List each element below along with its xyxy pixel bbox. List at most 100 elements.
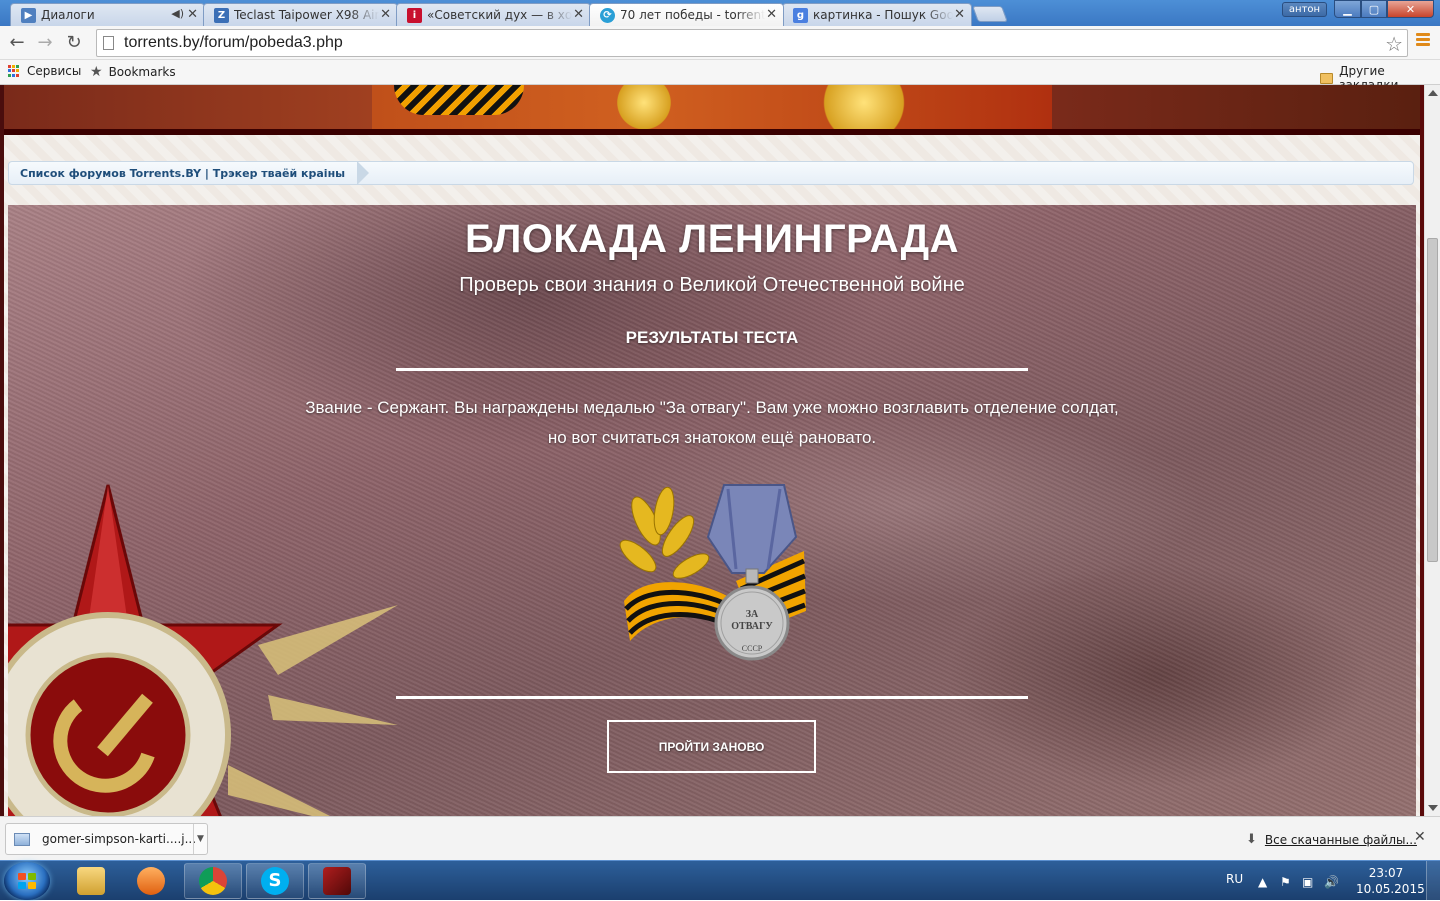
chrome-menu-icon[interactable] <box>1416 33 1430 47</box>
show-desktop-button[interactable] <box>1426 861 1440 901</box>
volume-icon[interactable]: 🔊 <box>1324 875 1339 889</box>
retry-button[interactable]: ПРОЙТИ ЗАНОВО <box>607 720 816 773</box>
close-icon[interactable]: ✕ <box>573 7 584 22</box>
google-icon: g <box>793 8 808 23</box>
results-heading: РЕЗУЛЬТАТЫ ТЕСТА <box>625 328 799 347</box>
reload-icon[interactable]: ↻ <box>63 32 85 54</box>
clock-date: 10.05.2015 <box>1356 882 1425 896</box>
tab-title: Диалоги <box>41 8 95 22</box>
order-star-graphic <box>609 85 679 129</box>
result-description: Звание - Сержант. Вы награждены медалью … <box>305 398 1119 447</box>
apps-label: Сервисы <box>27 64 82 78</box>
medal-inscription-2: ОТВАГУ <box>731 621 773 632</box>
quiz-subtitle: Проверь свои знания о Великой Отечествен… <box>459 274 965 296</box>
loading-icon: ⟳ <box>600 8 615 23</box>
bookmarks-folder[interactable]: ★ Bookmarks <box>90 64 176 80</box>
breadcrumb: Список форумов Torrents.BY | Трэкер тваё… <box>8 161 1414 185</box>
media-player-icon <box>137 867 165 895</box>
download-shelf: gomer-simpson-karti....j... ▼ ⬇ Все скач… <box>0 816 1440 860</box>
scrollbar-thumb[interactable] <box>1427 238 1438 562</box>
tab-soviet-spirit[interactable]: i «Советский дух — в хорошем ✕ <box>396 3 591 26</box>
tab-strip: ▶ Диалоги ◀) ✕ Z Teclast Taipower X98 Ai… <box>0 0 1440 26</box>
medal-for-courage-icon: ЗА ОТВАГУ СССР <box>619 484 806 661</box>
page-viewport: Список форумов Torrents.BY | Трэкер тваё… <box>0 85 1424 816</box>
new-tab-button[interactable] <box>972 6 1008 22</box>
chevron-down-icon[interactable]: ▼ <box>193 824 207 854</box>
site-banner <box>4 85 1420 129</box>
folder-icon <box>1320 72 1334 84</box>
network-icon[interactable]: ▣ <box>1302 875 1316 889</box>
browser-toolbar: ← → ↻ torrents.by/forum/pobeda3.php ☆ <box>0 26 1440 60</box>
chrome-icon <box>199 867 227 895</box>
windows-taskbar: S RU ▲ ⚑ ▣ 🔊 23:07 10.05.2015 <box>0 860 1440 901</box>
tray-expand-icon[interactable]: ▲ <box>1258 875 1272 889</box>
system-tray: RU ▲ ⚑ ▣ 🔊 23:07 10.05.2015 <box>1216 861 1440 901</box>
bookmark-star-icon[interactable]: ☆ <box>1385 32 1403 56</box>
gold-star-graphic <box>804 85 924 129</box>
star-icon: ★ <box>90 64 103 80</box>
divider-bottom <box>396 696 1028 699</box>
skype-icon: S <box>261 867 289 895</box>
dota-icon <box>323 867 351 895</box>
tab-title: «Советский дух — в хорошем <box>427 8 572 22</box>
taskbar-skype[interactable]: S <box>246 863 304 899</box>
tab-title: картинка - Пошук Google <box>813 8 953 22</box>
breadcrumb-link[interactable]: Список форумов Torrents.BY | Трэкер тваё… <box>20 167 345 180</box>
st-george-ribbon-graphic <box>394 85 524 115</box>
clock[interactable]: 23:07 10.05.2015 <box>1356 865 1425 897</box>
folder-icon <box>77 867 105 895</box>
download-filename: gomer-simpson-karti....j... <box>42 832 197 846</box>
apps-bookmark[interactable]: Сервисы <box>8 64 81 78</box>
site-favicon-icon: Z <box>214 8 229 23</box>
action-center-flag-icon[interactable]: ⚑ <box>1280 875 1294 889</box>
divider-top <box>396 368 1028 371</box>
url-text[interactable]: torrents.by/forum/pobeda3.php <box>124 34 343 52</box>
close-icon[interactable]: ✕ <box>954 7 965 22</box>
tab-pobeda[interactable]: ⟳ 70 лет победы - torrents.by ✕ <box>589 3 784 26</box>
apps-grid-icon <box>8 65 20 77</box>
close-icon[interactable]: ✕ <box>380 7 391 22</box>
page-scrollbar[interactable] <box>1424 85 1440 816</box>
back-icon[interactable]: ← <box>6 32 28 54</box>
taskbar-explorer[interactable] <box>62 863 120 899</box>
address-bar[interactable]: torrents.by/forum/pobeda3.php ☆ <box>96 29 1408 57</box>
download-arrow-icon: ⬇ <box>1246 832 1257 847</box>
forward-icon[interactable]: → <box>34 32 56 54</box>
maximize-button[interactable]: ▢ <box>1361 0 1387 18</box>
all-downloads-label: Все скачанные файлы... <box>1264 832 1417 847</box>
page-icon <box>103 36 114 50</box>
speaker-icon[interactable]: ◀) <box>171 7 184 20</box>
language-indicator[interactable]: RU <box>1226 872 1243 886</box>
tab-dialogs[interactable]: ▶ Диалоги ◀) ✕ <box>10 3 205 26</box>
play-icon: ▶ <box>21 8 36 23</box>
scroll-up-icon[interactable] <box>1428 90 1438 96</box>
site-favicon-icon: i <box>407 8 422 23</box>
bookmarks-label: Bookmarks <box>108 65 176 79</box>
close-icon[interactable]: ✕ <box>1414 829 1426 845</box>
scroll-down-icon[interactable] <box>1428 805 1438 811</box>
close-icon[interactable]: ✕ <box>766 7 777 22</box>
image-file-icon <box>14 832 30 846</box>
patriotic-war-order-icon <box>8 484 398 816</box>
medal-inscription-1: ЗА <box>746 609 759 620</box>
tab-title: 70 лет победы - torrents.by <box>620 8 765 22</box>
tab-teclast[interactable]: Z Teclast Taipower X98 Air 3 ✕ <box>203 3 398 26</box>
minimize-button[interactable]: ▁ <box>1334 0 1361 18</box>
download-item[interactable]: gomer-simpson-karti....j... ▼ <box>5 823 208 855</box>
close-icon[interactable]: ✕ <box>187 7 198 22</box>
start-button[interactable] <box>4 862 50 900</box>
tab-google-search[interactable]: g картинка - Пошук Google ✕ <box>782 3 972 26</box>
taskbar-dota[interactable] <box>308 863 366 899</box>
bookmarks-bar: Сервисы ★ Bookmarks Другие закладки <box>0 60 1440 92</box>
all-downloads-link[interactable]: ⬇ Все скачанные файлы... <box>1246 832 1417 847</box>
windows-logo-icon <box>18 873 36 889</box>
taskbar-media-player[interactable] <box>122 863 180 899</box>
medal-inscription-3: СССР <box>742 644 763 653</box>
quiz-results-panel: БЛОКАДА ЛЕНИНГРАДА Проверь свои знания о… <box>8 205 1416 816</box>
clock-time: 23:07 <box>1368 866 1404 880</box>
close-window-button[interactable]: ✕ <box>1387 0 1434 18</box>
breadcrumb-arrow <box>357 161 369 185</box>
tab-title: Teclast Taipower X98 Air 3 <box>234 8 379 22</box>
profile-button[interactable]: антон <box>1282 2 1327 17</box>
taskbar-chrome[interactable] <box>184 863 242 899</box>
